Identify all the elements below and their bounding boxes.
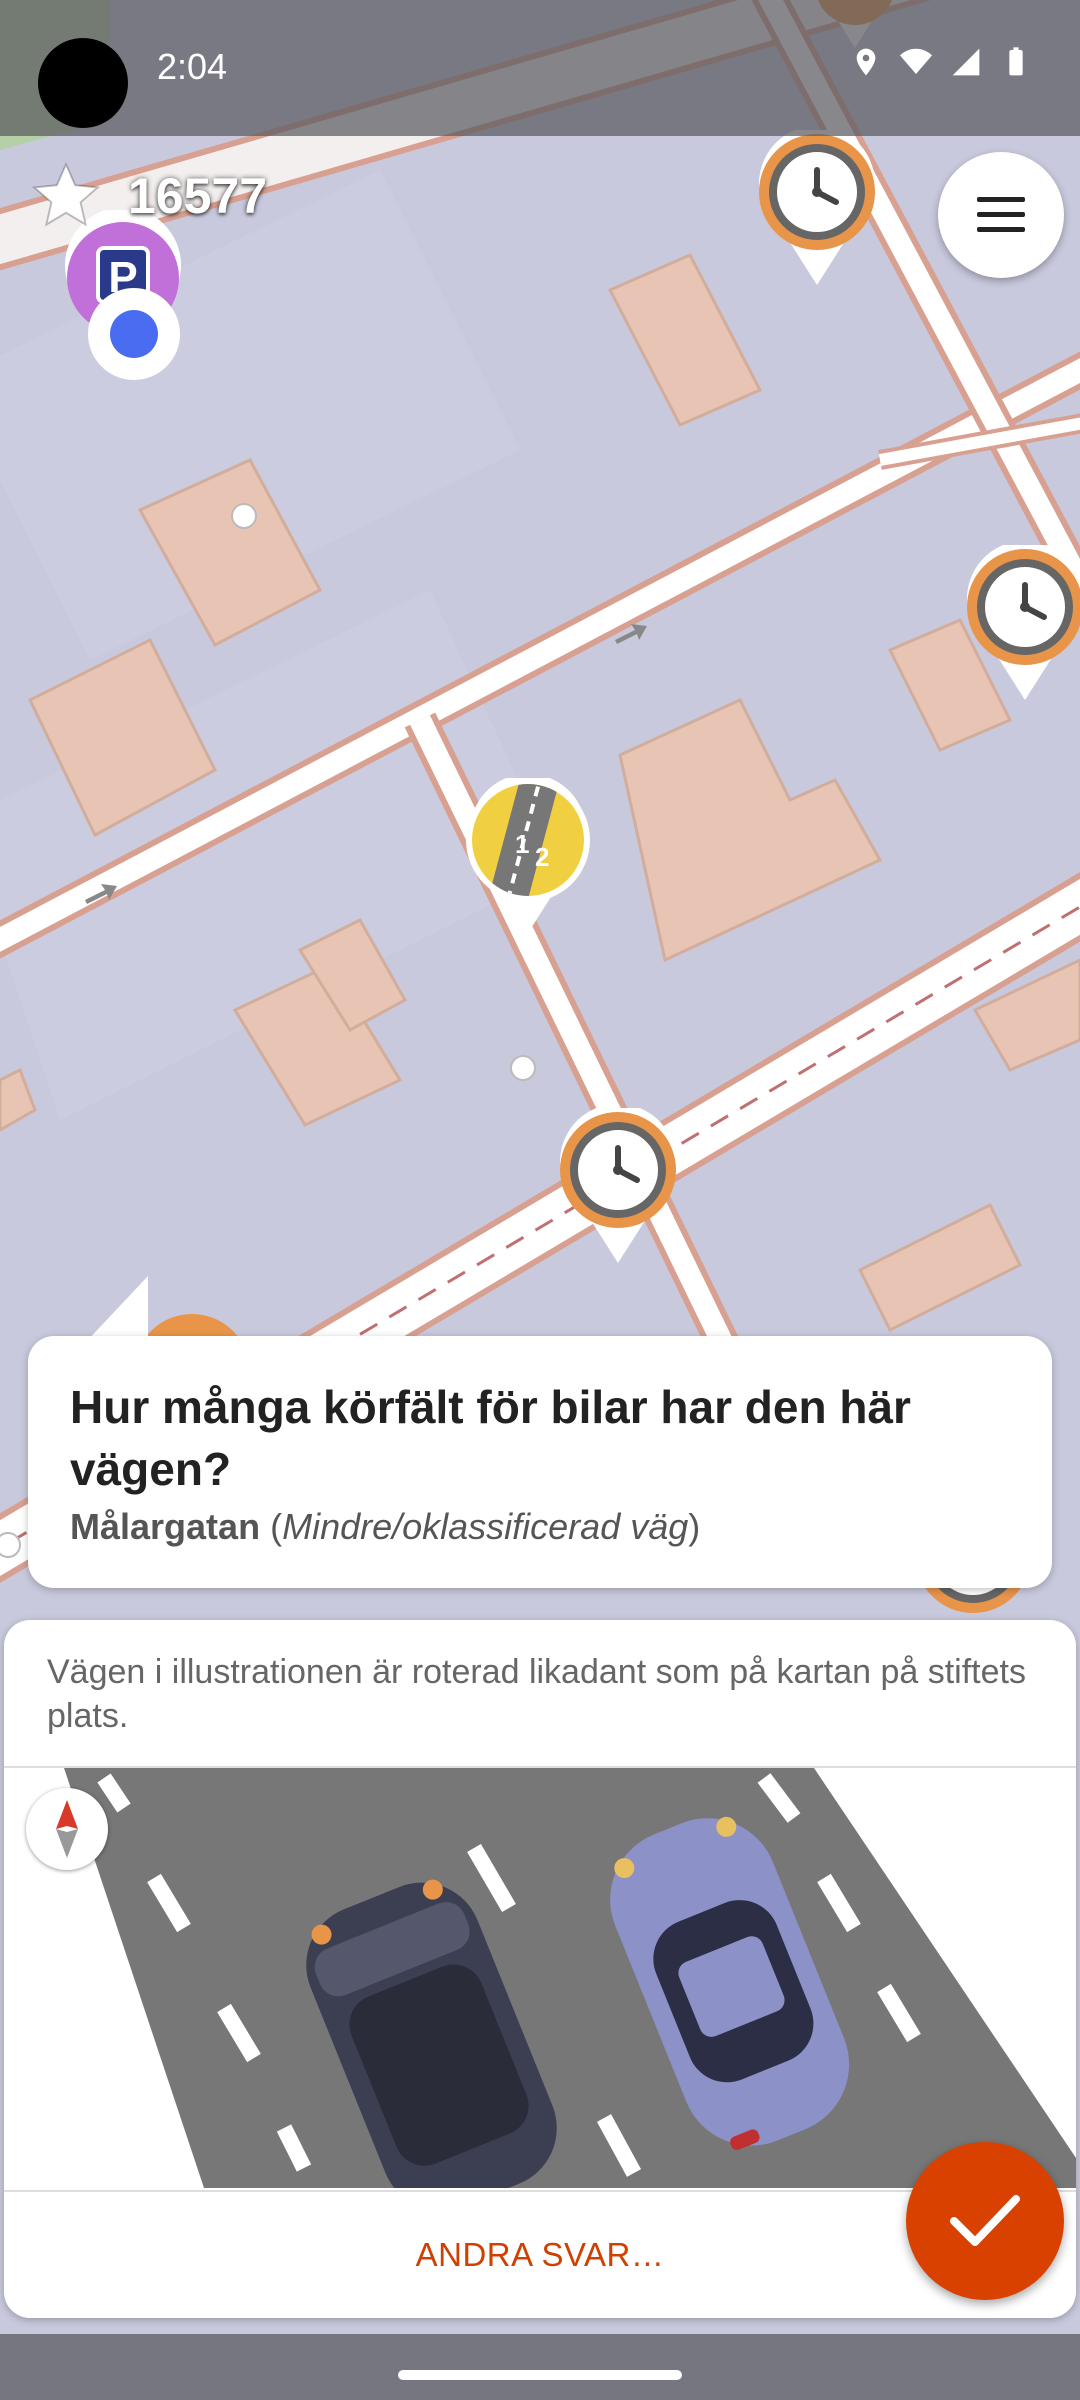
road-illustration	[64, 1768, 1076, 2188]
hamburger-menu-icon	[977, 197, 1025, 232]
quest-card: Hur många körfält för bilar har den här …	[28, 1336, 1052, 1588]
confirm-answer-button[interactable]	[906, 2142, 1064, 2300]
compass-button[interactable]	[26, 1788, 108, 1870]
clock-pin[interactable]	[553, 1108, 683, 1268]
road-type: Mindre/oklassificerad väg	[282, 1506, 689, 1547]
answer-counter[interactable]: 16577	[28, 158, 267, 234]
card-pointer	[86, 1276, 148, 1342]
navigation-bar	[0, 2334, 1080, 2400]
answer-count: 16577	[128, 168, 268, 224]
camera-cutout	[38, 38, 128, 128]
checkmark-icon	[950, 2195, 1020, 2246]
quest-title: Hur många körfält för bilar har den här …	[70, 1381, 911, 1495]
wifi-icon	[900, 48, 932, 74]
battery-icon	[1009, 47, 1023, 76]
home-gesture-handle[interactable]	[398, 2370, 682, 2380]
svg-text:2: 2	[535, 842, 549, 872]
signal-icon	[952, 48, 980, 76]
location-icon	[856, 48, 876, 76]
illustration-hint: Vägen i illustrationen är roterad likada…	[47, 1653, 1026, 1735]
status-bar: 2:04	[0, 0, 1080, 136]
road-type-close: )	[688, 1506, 701, 1547]
star-icon	[32, 161, 100, 227]
lanes-pin[interactable]: 1 2	[463, 778, 593, 938]
clock-pin[interactable]	[960, 545, 1080, 705]
compass-icon	[56, 1800, 78, 1858]
svg-text:1: 1	[515, 829, 529, 859]
main-menu-button[interactable]	[938, 152, 1064, 278]
road-name: Målargatan	[70, 1506, 261, 1547]
road-info: Målargatan (Mindre/oklassificerad väg)	[70, 1506, 700, 1548]
clock-pin[interactable]	[752, 130, 882, 290]
current-location-dot	[88, 288, 180, 380]
lanes-illustration[interactable]	[4, 1768, 1076, 2188]
road-type-open: (	[270, 1506, 283, 1547]
status-time: 2:04	[157, 46, 228, 87]
